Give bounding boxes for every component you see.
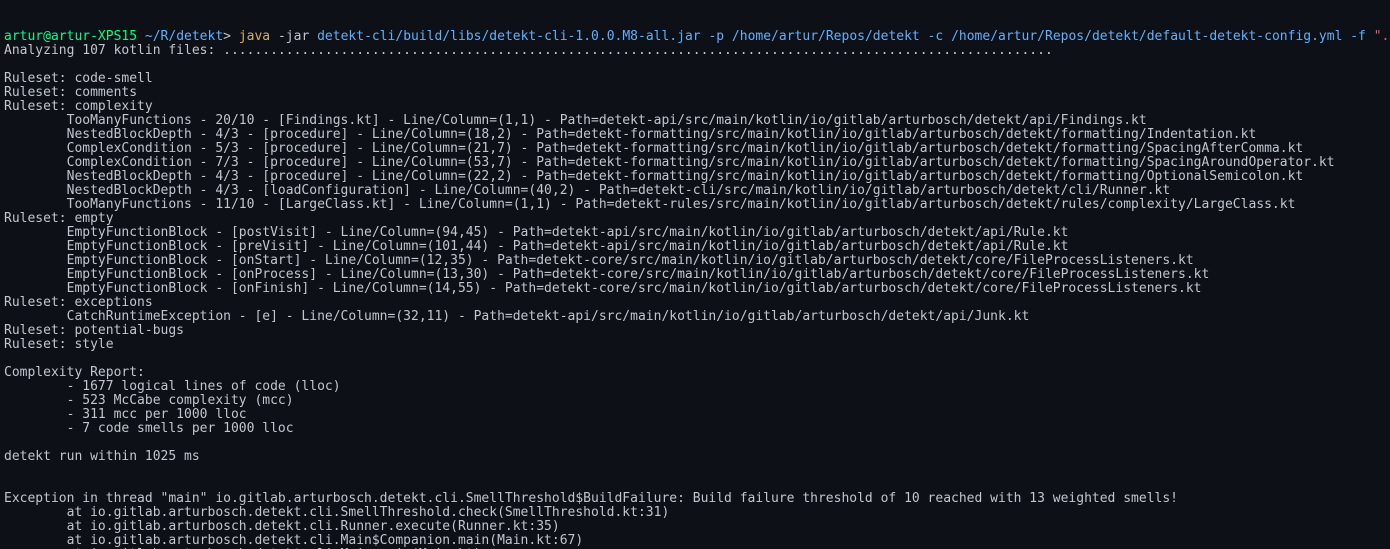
rs-codesmell: Ruleset: code-smell [4,71,153,86]
cr-title: Complexity Report: [4,365,145,380]
cr-3: - 7 code smells per 1000 lloc [4,421,294,436]
prompt-user: artur@artur-XPS15 [4,29,137,44]
st-1: at io.gitlab.arturbosch.detekt.cli.Runne… [4,519,560,534]
cr-2: - 311 mcc per 1000 lloc [4,407,247,422]
em-1: EmptyFunctionBlock - [preVisit] - Line/C… [4,239,1068,254]
prompt-path: ~/R/detekt [145,29,223,44]
blank3 [4,435,12,450]
em-3: EmptyFunctionBlock - [onProcess] - Line/… [4,267,1209,282]
cx-0: TooManyFunctions - 20/10 - [Findings.kt]… [4,113,1147,128]
em-0: EmptyFunctionBlock - [postVisit] - Line/… [4,225,1068,240]
cmd-jar-flag: -jar [278,29,309,44]
cx-6: TooManyFunctions - 11/10 - [LargeClass.k… [4,197,1295,212]
terminal[interactable]: artur@artur-XPS15 ~/R/detekt> java -jar … [0,28,1390,549]
rs-empty: Ruleset: empty [4,211,114,226]
exc-title: Exception in thread "main" io.gitlab.art… [4,491,1178,506]
cmd-java: java [239,29,270,44]
cx-3: ComplexCondition - 7/3 - [procedure] - L… [4,155,1335,170]
blank2 [4,351,12,366]
em-2: EmptyFunctionBlock - [onStart] - Line/Co… [4,253,1194,268]
rs-style: Ruleset: style [4,337,114,352]
cr-1: - 523 McCabe complexity (mcc) [4,393,294,408]
ex-0: CatchRuntimeException - [e] - Line/Colum… [4,309,1029,324]
blank4 [4,463,12,478]
cx-1: NestedBlockDepth - 4/3 - [procedure] - L… [4,127,1256,142]
cx-5: NestedBlockDepth - 4/3 - [loadConfigurat… [4,183,1170,198]
blank5 [4,477,12,492]
cx-2: ComplexCondition - 5/3 - [procedure] - L… [4,141,1303,156]
rs-comments: Ruleset: comments [4,85,137,100]
st-0: at io.gitlab.arturbosch.detekt.cli.Smell… [4,505,669,520]
out-analyzing: Analyzing 107 kotlin files: ............… [4,43,1053,58]
em-4: EmptyFunctionBlock - [onFinish] - Line/C… [4,281,1201,296]
prompt-sep: > [223,29,231,44]
cmd-f-flag: -f [1350,29,1366,44]
rs-complexity: Ruleset: complexity [4,99,153,114]
rs-potential: Ruleset: potential-bugs [4,323,184,338]
blank1 [4,57,12,72]
runtime: detekt run within 1025 ms [4,449,200,464]
rs-exceptions: Ruleset: exceptions [4,295,153,310]
cr-0: - 1677 logical lines of code (lloc) [4,379,341,394]
cmd-regex: ".*/test/.*" [1374,29,1390,44]
st-3: at io.gitlab.arturbosch.detekt.cli.Main.… [4,547,481,549]
cmd-flags: detekt-cli/build/libs/detekt-cli-1.0.0.M… [317,29,1342,44]
cx-4: NestedBlockDepth - 4/3 - [procedure] - L… [4,169,1303,184]
st-2: at io.gitlab.arturbosch.detekt.cli.Main$… [4,533,583,548]
